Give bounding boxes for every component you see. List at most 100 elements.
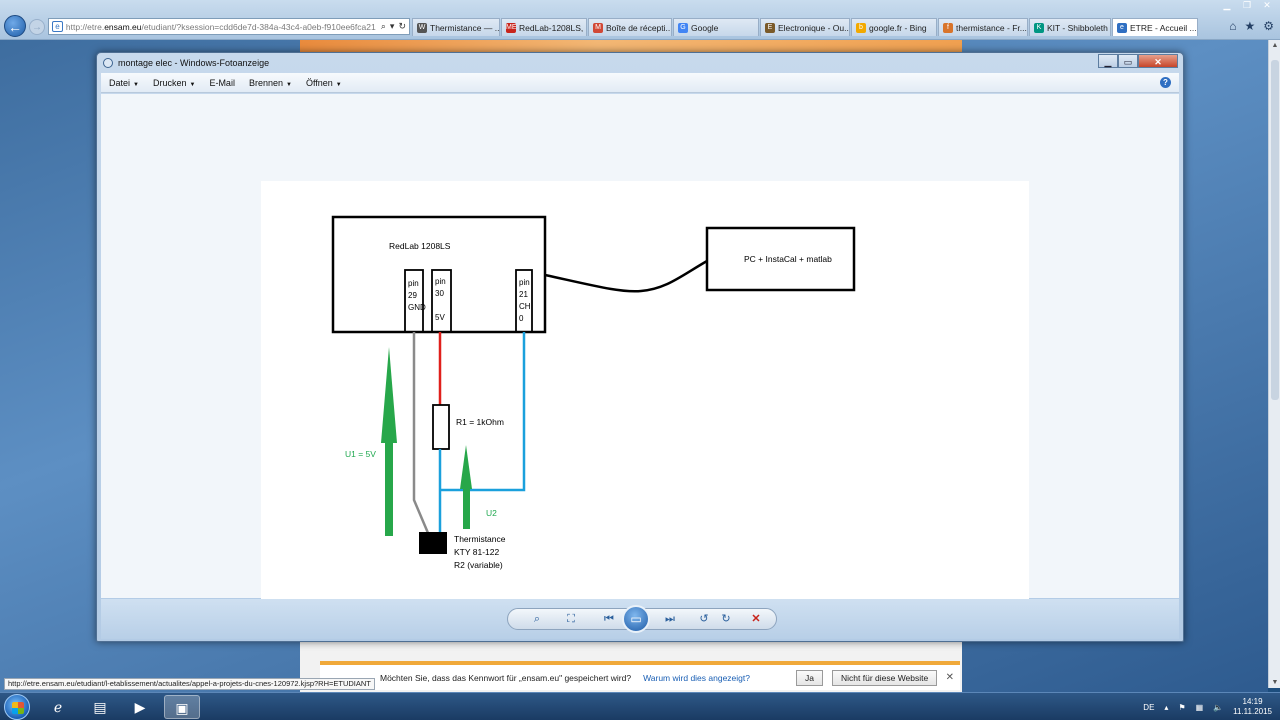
zoom-icon[interactable]: ⌕ bbox=[529, 611, 545, 627]
menu-item-0[interactable]: Datei ▼ bbox=[109, 78, 139, 88]
tab-favicon-icon: G bbox=[678, 22, 688, 33]
help-icon[interactable]: ? bbox=[1160, 77, 1171, 88]
tab-6[interactable]: f thermistance - Fr... bbox=[938, 18, 1028, 36]
tab-label: Boîte de récepti... bbox=[606, 22, 672, 33]
tab-label: RedLab-1208LS, U... bbox=[519, 22, 586, 33]
show-hidden-icons-icon[interactable]: ▴ bbox=[1164, 703, 1168, 712]
tab-1[interactable]: MERedLab-1208LS, U... bbox=[501, 18, 587, 36]
usb-cable bbox=[544, 259, 708, 293]
tab-label: Google bbox=[691, 22, 719, 33]
tab-4[interactable]: E Electronique - Ou... bbox=[760, 18, 850, 36]
viewer-control-bar: ⌕ ⛶ ⏮ ▭ ⏭ ↺ ↻ ✕ bbox=[101, 599, 1179, 639]
pc-label: PC + InstaCal + matlab bbox=[744, 254, 832, 264]
browser-close-button[interactable]: ✕ bbox=[1258, 0, 1276, 11]
browser-minimize-button[interactable]: ▁ bbox=[1218, 0, 1236, 11]
next-icon[interactable]: ⏭ bbox=[662, 611, 678, 627]
scroll-up-icon[interactable]: ▲ bbox=[1269, 42, 1280, 49]
tab-label: thermistance - Fr... bbox=[956, 22, 1027, 33]
u1-arrow bbox=[381, 347, 397, 536]
tab-label: KIT - Shibboleth bbox=[1047, 22, 1108, 33]
pin30-label: pin 30 5V bbox=[435, 277, 446, 322]
photo-viewer-task-icon[interactable]: ▣ bbox=[164, 695, 200, 719]
tab-label: ETRE - Accueil ... bbox=[1130, 22, 1197, 33]
yes-button[interactable]: Ja bbox=[796, 670, 823, 686]
internet-explorer-icon[interactable]: ℯ bbox=[40, 695, 76, 719]
close-icon[interactable]: ✕ bbox=[946, 672, 954, 683]
clock[interactable]: 14:19 11.11.2015 bbox=[1233, 697, 1272, 717]
viewer-minimize-button[interactable]: ▁ bbox=[1098, 54, 1118, 68]
forward-button[interactable]: → bbox=[29, 19, 45, 35]
fit-window-icon[interactable]: ⛶ bbox=[563, 611, 579, 627]
pin29-label: pin 29 GND bbox=[408, 279, 426, 312]
circuit-diagram: RedLab 1208LS PC + InstaCal + matlab pin… bbox=[261, 181, 1029, 613]
tab-label: google.fr - Bing bbox=[869, 22, 927, 33]
viewer-maximize-button[interactable]: ▭ bbox=[1118, 54, 1138, 68]
previous-icon[interactable]: ⏮ bbox=[601, 611, 617, 627]
media-player-icon[interactable]: ▶ bbox=[122, 695, 158, 719]
menu-item-2[interactable]: E-Mail bbox=[209, 78, 235, 88]
why-shown-link[interactable]: Warum wird dies angezeigt? bbox=[643, 673, 750, 683]
menu-item-1[interactable]: Drucken ▼ bbox=[153, 78, 195, 88]
scroll-down-icon[interactable]: ▼ bbox=[1269, 679, 1280, 686]
ch0-wire bbox=[440, 332, 526, 492]
tab-label: Electronique - Ou... bbox=[778, 22, 850, 33]
tab-favicon-icon: E bbox=[765, 22, 775, 33]
tab-3[interactable]: G Google bbox=[673, 18, 759, 36]
viewer-title: montage elec - Windows-Fotoanzeige bbox=[118, 58, 270, 68]
language-indicator[interactable]: DE bbox=[1143, 703, 1154, 712]
home-icon[interactable]: ⌂ bbox=[1229, 19, 1236, 33]
page-scrollbar[interactable]: ▲ ▼ bbox=[1268, 40, 1280, 688]
address-bar[interactable]: e http://etre.ensam.eu/etudiant/?ksessio… bbox=[48, 18, 410, 35]
tab-7[interactable]: K KIT - Shibboleth bbox=[1029, 18, 1111, 36]
tab-favicon-icon: M bbox=[593, 22, 603, 33]
photo-viewer-icon bbox=[103, 58, 113, 68]
refresh-icon[interactable]: ↻ bbox=[398, 21, 406, 32]
thermistor-label: Thermistance KTY 81-122 R2 (variable) bbox=[454, 534, 506, 570]
start-button[interactable] bbox=[4, 694, 30, 720]
volume-icon[interactable]: 🔈 bbox=[1213, 703, 1223, 712]
chevron-down-icon: ▼ bbox=[335, 81, 342, 88]
network-icon[interactable]: ▦ bbox=[1196, 703, 1204, 712]
back-button[interactable]: ← bbox=[4, 15, 26, 37]
chevron-down-icon: ▼ bbox=[285, 81, 292, 88]
explorer-folder-icon[interactable]: ▤ bbox=[82, 695, 118, 719]
redlab-label: RedLab 1208LS bbox=[389, 241, 451, 251]
rotate-left-icon[interactable]: ↺ bbox=[696, 611, 712, 627]
status-url: http://etre.ensam.eu/etudiant/l-etabliss… bbox=[4, 678, 375, 690]
chevron-down-icon: ▼ bbox=[189, 81, 196, 88]
thermistor bbox=[419, 532, 447, 554]
slideshow-button[interactable]: ▭ bbox=[622, 605, 650, 633]
r1-label: R1 = 1kOhm bbox=[456, 417, 504, 427]
system-tray: DE ▴ ⚑ ▦ 🔈 14:19 11.11.2015 bbox=[1143, 697, 1272, 717]
chevron-down-icon: ▼ bbox=[133, 81, 139, 88]
tab-strip: WThermistance — ...MERedLab-1208LS, U...… bbox=[412, 18, 1198, 36]
resistor-r1 bbox=[432, 404, 450, 450]
tab-5[interactable]: b google.fr - Bing bbox=[851, 18, 937, 36]
u2-label: U2 bbox=[486, 508, 497, 518]
favorites-star-icon[interactable]: ★ bbox=[1244, 19, 1255, 33]
tab-favicon-icon: W bbox=[417, 22, 427, 33]
settings-gear-icon[interactable]: ⚙ bbox=[1263, 19, 1274, 33]
notification-text: Möchten Sie, dass das Kennwort für „ensa… bbox=[380, 672, 632, 683]
tab-favicon-icon: K bbox=[1034, 22, 1044, 33]
tab-8[interactable]: eETRE - Accueil ...✕ bbox=[1112, 18, 1198, 36]
not-for-this-site-button[interactable]: Nicht für diese Website bbox=[832, 670, 938, 686]
browser-window-controls: ▁ ❐ ✕ bbox=[1218, 0, 1276, 12]
browser-restore-button[interactable]: ❐ bbox=[1238, 0, 1256, 11]
rotate-right-icon[interactable]: ↻ bbox=[718, 611, 734, 627]
delete-icon[interactable]: ✕ bbox=[748, 611, 764, 627]
search-icon[interactable]: ⌕ bbox=[381, 21, 386, 32]
image-stage: RedLab 1208LS PC + InstaCal + matlab pin… bbox=[101, 94, 1179, 613]
dropdown-icon[interactable]: ▾ bbox=[390, 21, 395, 32]
tab-0[interactable]: W Thermistance — ... bbox=[412, 18, 500, 36]
gnd-wire bbox=[412, 332, 430, 534]
viewer-titlebar: montage elec - Windows-Fotoanzeige bbox=[103, 56, 269, 70]
action-center-flag-icon[interactable]: ⚑ bbox=[1178, 703, 1185, 712]
menu-item-3[interactable]: Brennen ▼ bbox=[249, 78, 292, 88]
menu-item-4[interactable]: Öffnen ▼ bbox=[306, 78, 342, 88]
tab-2[interactable]: M Boîte de récepti... bbox=[588, 18, 672, 36]
scrollbar-thumb[interactable] bbox=[1271, 60, 1279, 400]
address-url[interactable]: http://etre.ensam.eu/etudiant/?ksession=… bbox=[66, 22, 381, 32]
viewer-close-button[interactable]: ✕ bbox=[1138, 54, 1178, 68]
tab-label: Thermistance — ... bbox=[430, 22, 500, 33]
